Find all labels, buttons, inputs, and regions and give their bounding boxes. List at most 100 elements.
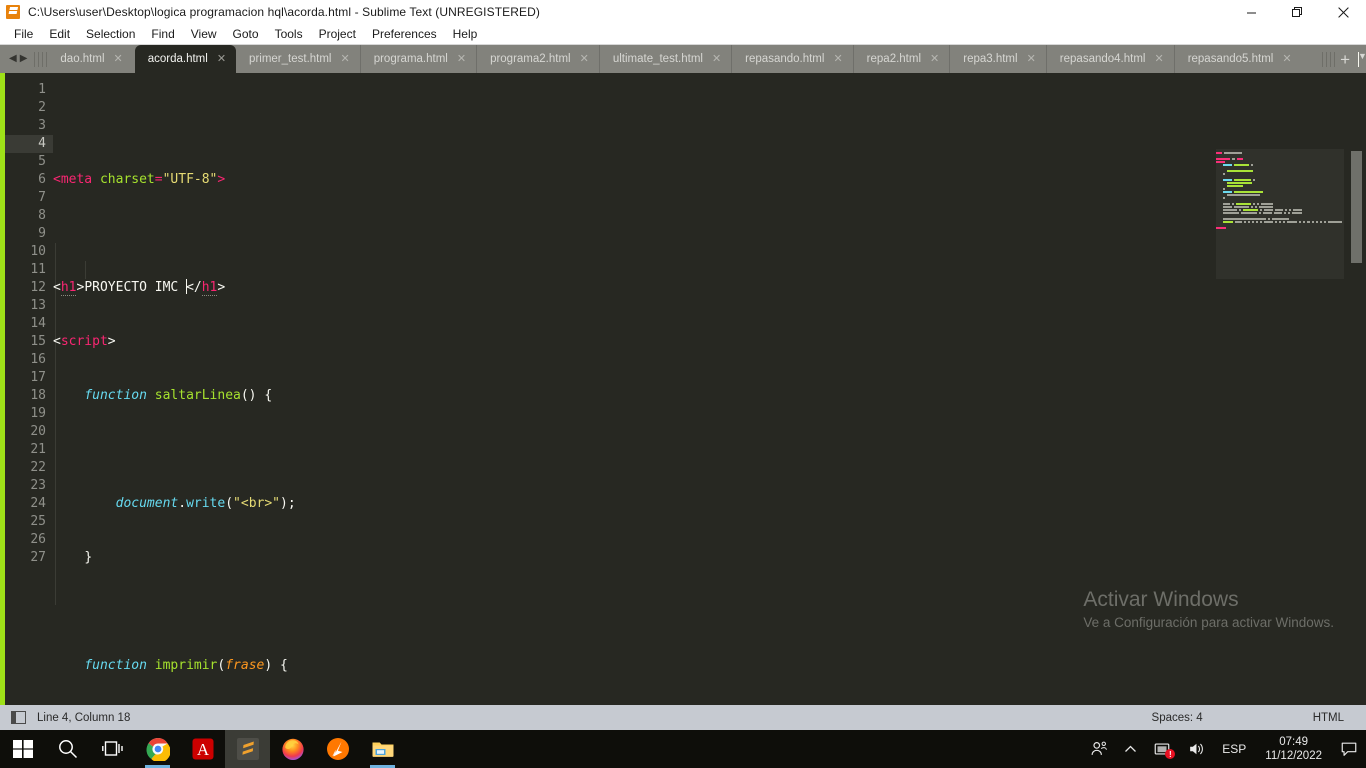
tab-repa2-html[interactable]: repa2.html ✕ [852, 45, 950, 73]
tab-close-icon[interactable]: ✕ [1282, 53, 1291, 65]
window-controls [1228, 0, 1366, 24]
line-number: 25 [30, 514, 46, 529]
tab-repa3-html[interactable]: repa3.html ✕ [949, 45, 1046, 73]
sidebar-toggle-icon[interactable] [11, 711, 26, 724]
tab-repasando5-html[interactable]: repasando5.html ✕ [1173, 45, 1302, 73]
tab-ultimate-test-html[interactable]: ultimate_test.html ✕ [598, 45, 731, 73]
code-line-2: <meta charset="UTF-8"> [53, 172, 226, 187]
menu-find[interactable]: Find [143, 25, 182, 44]
new-tab-button[interactable]: + [1340, 51, 1350, 68]
firefox-taskbar-button[interactable] [270, 730, 315, 768]
line-number: 6 [38, 172, 46, 187]
tab-primer-test-html[interactable]: primer_test.html ✕ [236, 45, 360, 73]
menu-project[interactable]: Project [311, 25, 364, 44]
menu-goto[interactable]: Goto [225, 25, 267, 44]
tab-close-icon[interactable]: ✕ [712, 53, 721, 65]
chrome-taskbar-button[interactable] [135, 730, 180, 768]
tab-bar-grip[interactable] [34, 51, 48, 67]
tab-label: acorda.html [147, 53, 208, 65]
menu-help[interactable]: Help [445, 25, 486, 44]
watermark-title: Activar Windows [1083, 588, 1239, 611]
menu-tools[interactable]: Tools [267, 25, 311, 44]
tab-label: programa2.html [490, 53, 571, 65]
tab-close-icon[interactable]: ✕ [1027, 53, 1036, 65]
volume-icon[interactable] [1179, 730, 1213, 768]
line-number: 2 [38, 100, 46, 115]
windows-logo-icon [12, 740, 33, 758]
search-button[interactable] [45, 730, 90, 768]
tab-label: repasando5.html [1187, 53, 1274, 65]
menu-view[interactable]: View [183, 25, 225, 44]
tab-close-icon[interactable]: ✕ [457, 53, 466, 65]
line-number: 10 [30, 244, 46, 259]
firefox-icon [281, 738, 304, 760]
window-title: C:\Users\user\Desktop\logica programacio… [28, 5, 540, 19]
line-number: 1 [38, 82, 46, 97]
tab-close-icon[interactable]: ✕ [833, 53, 842, 65]
close-button[interactable] [1320, 0, 1366, 24]
show-hidden-icons-button[interactable] [1116, 730, 1145, 768]
tab-programa-html[interactable]: programa.html ✕ [359, 45, 476, 73]
avast-taskbar-button[interactable] [315, 730, 360, 768]
tab-close-icon[interactable]: ✕ [930, 53, 939, 65]
tab-acorda-html[interactable]: acorda.html ✕ [134, 45, 237, 73]
tab-repasando-html[interactable]: repasando.html ✕ [731, 45, 853, 73]
vertical-scrollbar[interactable] [1351, 151, 1362, 705]
people-icon[interactable] [1082, 730, 1116, 768]
avast-icon [326, 738, 349, 760]
notifications-icon[interactable] [1332, 730, 1366, 768]
start-button[interactable] [0, 730, 45, 768]
minimize-button[interactable] [1228, 0, 1274, 24]
line-number: 21 [30, 442, 46, 457]
tab-dao-html[interactable]: dao.html ✕ [47, 45, 132, 73]
tab-close-icon[interactable]: ✕ [340, 53, 349, 65]
menu-selection[interactable]: Selection [78, 25, 143, 44]
acrobat-taskbar-button[interactable]: A [180, 730, 225, 768]
tab-close-icon[interactable]: ✕ [217, 53, 226, 65]
tab-list: dao.html ✕ acorda.html ✕ primer_test.htm… [47, 45, 1322, 73]
line-number: 3 [38, 118, 46, 133]
code-line-6: function saltarLinea() { [84, 388, 273, 403]
code-content[interactable]: <meta charset="UTF-8"> <h1>PROYECTO IMC … [53, 81, 1206, 705]
code-editor[interactable]: 1 2 3 4 5 6 7 8 9 10 11 12 13 14 15 16 1… [0, 73, 1366, 705]
tab-bar-grip-right[interactable] [1322, 51, 1336, 67]
indentation-setting[interactable]: Spaces: 4 [1152, 712, 1203, 724]
sublime-text-icon [6, 5, 20, 19]
svg-text:A: A [196, 740, 209, 759]
syntax-mode[interactable]: HTML [1313, 712, 1344, 724]
line-number: 20 [30, 424, 46, 439]
minimap-viewport[interactable] [1216, 149, 1344, 279]
tab-bar-actions: + ▼ [1335, 45, 1366, 73]
cursor-position-label: Line 4, Column 18 [37, 711, 131, 724]
menu-preferences[interactable]: Preferences [364, 25, 445, 44]
tab-prev-button[interactable]: ◀ [9, 54, 17, 64]
language-indicator[interactable]: ESP [1213, 730, 1255, 768]
menu-edit[interactable]: Edit [41, 25, 78, 44]
tab-close-icon[interactable]: ✕ [114, 53, 123, 65]
task-view-button[interactable] [90, 730, 135, 768]
clock-time: 07:49 [1279, 736, 1309, 748]
network-icon[interactable]: ! [1145, 730, 1179, 768]
tab-label: repasando4.html [1059, 53, 1146, 65]
tab-close-icon[interactable]: ✕ [1154, 53, 1163, 65]
scrollbar-thumb[interactable] [1351, 151, 1362, 263]
windows-activation-watermark: Activar Windows Ve a Configuración para … [1083, 586, 1334, 633]
chevron-down-icon[interactable]: ▼ [1358, 51, 1366, 67]
tab-bar: ◀ ▶ dao.html ✕ acorda.html ✕ primer_test… [0, 45, 1366, 73]
explorer-taskbar-button[interactable] [360, 730, 405, 768]
tab-close-icon[interactable]: ✕ [580, 53, 589, 65]
tab-repasando4-html[interactable]: repasando4.html ✕ [1045, 45, 1174, 73]
line-number: 9 [38, 226, 46, 241]
line-number: 13 [30, 298, 46, 313]
code-line-8: document.write("<br>"); [115, 496, 296, 511]
line-number: 22 [30, 460, 46, 475]
menu-file[interactable]: File [6, 25, 41, 44]
search-icon [58, 740, 77, 759]
clock[interactable]: 07:49 11/12/2022 [1255, 730, 1332, 768]
tab-next-button[interactable]: ▶ [20, 54, 28, 64]
line-number: 14 [30, 316, 46, 331]
restore-button[interactable] [1274, 0, 1320, 24]
sublime-taskbar-button[interactable] [225, 730, 270, 768]
tab-programa2-html[interactable]: programa2.html ✕ [476, 45, 599, 73]
